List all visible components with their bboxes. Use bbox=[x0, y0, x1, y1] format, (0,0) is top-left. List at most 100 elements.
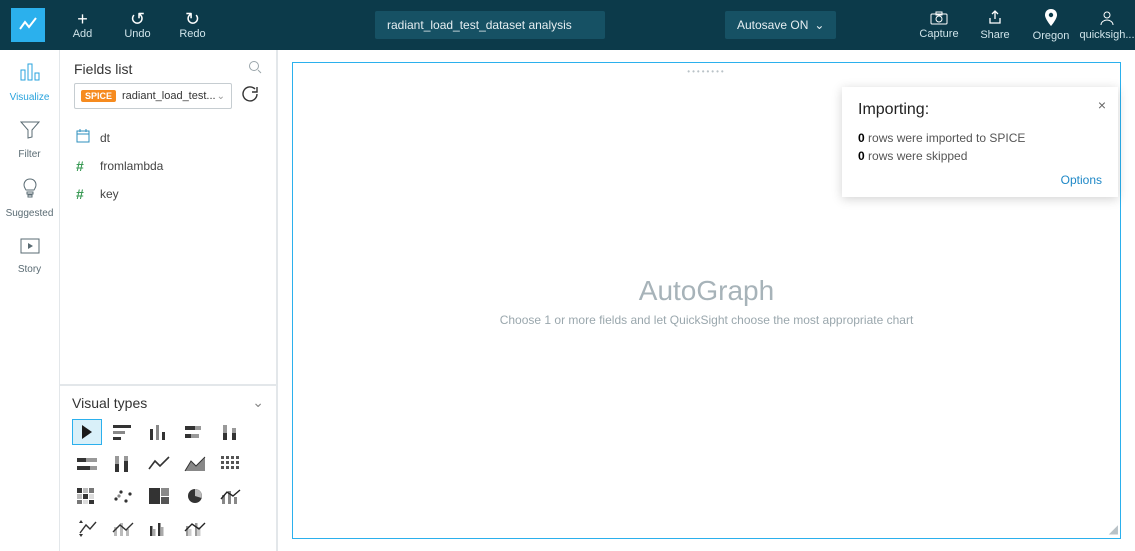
field-item-fromlambda[interactable]: # fromlambda bbox=[68, 152, 268, 180]
vt-pivot[interactable] bbox=[216, 451, 246, 477]
side-panel: Fields list SPICE radiant_load_test... ⌄… bbox=[60, 50, 278, 551]
vt-vstack100[interactable] bbox=[108, 451, 138, 477]
autograph-subtitle: Choose 1 or more fields and let QuickSig… bbox=[500, 313, 914, 327]
visual-canvas[interactable]: •••••••• AutoGraph Choose 1 or more fiel… bbox=[292, 62, 1121, 539]
toast-imported-row: 0 rows were imported to SPICE bbox=[858, 129, 1102, 147]
vt-heatmap[interactable] bbox=[72, 483, 102, 509]
logo-icon bbox=[11, 8, 45, 42]
app-logo[interactable] bbox=[0, 0, 55, 50]
rail-suggested[interactable]: Suggested bbox=[0, 178, 59, 219]
user-icon bbox=[1099, 10, 1115, 29]
visual-types-panel: Visual types ⌄ bbox=[60, 384, 276, 551]
close-icon[interactable]: × bbox=[1098, 97, 1106, 113]
field-label: key bbox=[100, 187, 119, 201]
vt-hbar[interactable] bbox=[108, 419, 138, 445]
vt-hstack100[interactable] bbox=[72, 451, 102, 477]
redo-label: Redo bbox=[179, 28, 205, 40]
analysis-title-input[interactable]: radiant_load_test_dataset analysis bbox=[375, 11, 605, 39]
autograph-title: AutoGraph bbox=[639, 275, 774, 307]
vt-geospatial[interactable] bbox=[108, 515, 138, 541]
vt-hstacked[interactable] bbox=[180, 419, 210, 445]
rail-visualize[interactable]: Visualize bbox=[0, 62, 59, 103]
autosave-toggle[interactable]: Autosave ON ⌄ bbox=[725, 11, 836, 39]
vt-kpi[interactable] bbox=[72, 515, 102, 541]
rail-filter-label: Filter bbox=[18, 149, 40, 160]
analysis-title-text: radiant_load_test_dataset analysis bbox=[387, 18, 572, 32]
bulb-icon bbox=[22, 178, 38, 204]
fields-heading: Fields list bbox=[74, 61, 132, 77]
vt-combo-cluster[interactable] bbox=[180, 515, 210, 541]
pin-icon bbox=[1044, 9, 1058, 30]
user-menu[interactable]: quicksigh... bbox=[1079, 0, 1135, 50]
toast-skipped-row: 0 rows were skipped bbox=[858, 147, 1102, 165]
imported-count: 0 bbox=[858, 131, 865, 145]
vt-line[interactable] bbox=[144, 451, 174, 477]
number-icon: # bbox=[76, 186, 92, 202]
share-label: Share bbox=[980, 29, 1009, 41]
capture-label: Capture bbox=[919, 28, 958, 40]
vt-clustered[interactable] bbox=[144, 515, 174, 541]
resize-handle[interactable]: ◢ bbox=[1109, 522, 1118, 536]
plus-icon: + bbox=[77, 10, 88, 28]
topbar-right: Capture Share Oregon quicksigh... bbox=[911, 0, 1135, 50]
collapse-icon[interactable]: ⌄ bbox=[252, 394, 264, 411]
undo-label: Undo bbox=[124, 28, 150, 40]
filter-icon bbox=[20, 121, 40, 145]
canvas-wrap: •••••••• AutoGraph Choose 1 or more fiel… bbox=[278, 50, 1135, 551]
field-item-dt[interactable]: dt bbox=[68, 123, 268, 152]
story-icon bbox=[20, 237, 40, 260]
drag-handle[interactable]: •••••••• bbox=[687, 67, 725, 76]
field-list: dt # fromlambda # key bbox=[60, 119, 276, 212]
skipped-text: rows were skipped bbox=[865, 149, 968, 163]
chevron-down-icon: ⌄ bbox=[814, 18, 824, 32]
rail-suggested-label: Suggested bbox=[6, 208, 54, 219]
visual-types-header: Visual types ⌄ bbox=[72, 394, 264, 411]
vt-autograph[interactable] bbox=[72, 419, 102, 445]
camera-icon bbox=[930, 10, 948, 28]
share-button[interactable]: Share bbox=[967, 0, 1023, 50]
vt-treemap[interactable] bbox=[144, 483, 174, 509]
redo-icon: ↻ bbox=[185, 10, 200, 28]
options-link[interactable]: Options bbox=[1061, 173, 1102, 187]
redo-button[interactable]: ↻ Redo bbox=[165, 0, 220, 50]
visualize-icon bbox=[19, 62, 41, 88]
undo-icon: ↺ bbox=[130, 10, 145, 28]
rail-visualize-label: Visualize bbox=[10, 92, 50, 103]
region-button[interactable]: Oregon bbox=[1023, 0, 1079, 50]
toast-options-row: Options bbox=[858, 173, 1102, 187]
dataset-row: SPICE radiant_load_test... ⌄ bbox=[60, 83, 276, 119]
left-rail: Visualize Filter Suggested Story bbox=[0, 50, 60, 551]
field-label: fromlambda bbox=[100, 159, 163, 173]
rail-filter[interactable]: Filter bbox=[0, 121, 59, 160]
spice-badge: SPICE bbox=[81, 90, 116, 102]
vt-pie[interactable] bbox=[180, 483, 210, 509]
rail-story[interactable]: Story bbox=[0, 237, 59, 275]
capture-button[interactable]: Capture bbox=[911, 0, 967, 50]
autosave-label: Autosave ON bbox=[737, 18, 808, 32]
date-icon bbox=[76, 129, 92, 146]
visual-types-heading: Visual types bbox=[72, 395, 147, 411]
rail-story-label: Story bbox=[18, 264, 41, 275]
chevron-down-icon: ⌄ bbox=[217, 91, 225, 102]
undo-button[interactable]: ↺ Undo bbox=[110, 0, 165, 50]
vt-area[interactable] bbox=[180, 451, 210, 477]
refresh-button[interactable] bbox=[238, 86, 262, 106]
add-button[interactable]: + Add bbox=[55, 0, 110, 50]
add-label: Add bbox=[73, 28, 93, 40]
search-icon[interactable] bbox=[248, 60, 262, 77]
user-label: quicksigh... bbox=[1079, 29, 1134, 41]
import-toast: × Importing: 0 rows were imported to SPI… bbox=[842, 87, 1118, 197]
topbar: + Add ↺ Undo ↻ Redo radiant_load_test_da… bbox=[0, 0, 1135, 50]
vt-combo[interactable] bbox=[216, 483, 246, 509]
vt-scatter[interactable] bbox=[108, 483, 138, 509]
share-icon bbox=[987, 10, 1003, 29]
vt-vbar[interactable] bbox=[144, 419, 174, 445]
toast-title: Importing: bbox=[858, 101, 1102, 119]
dataset-select[interactable]: SPICE radiant_load_test... ⌄ bbox=[74, 83, 232, 109]
visual-types-grid bbox=[72, 419, 264, 541]
field-item-key[interactable]: # key bbox=[68, 180, 268, 208]
dataset-name: radiant_load_test... bbox=[122, 90, 216, 102]
field-label: dt bbox=[100, 131, 110, 145]
vt-vstacked[interactable] bbox=[216, 419, 246, 445]
number-icon: # bbox=[76, 158, 92, 174]
